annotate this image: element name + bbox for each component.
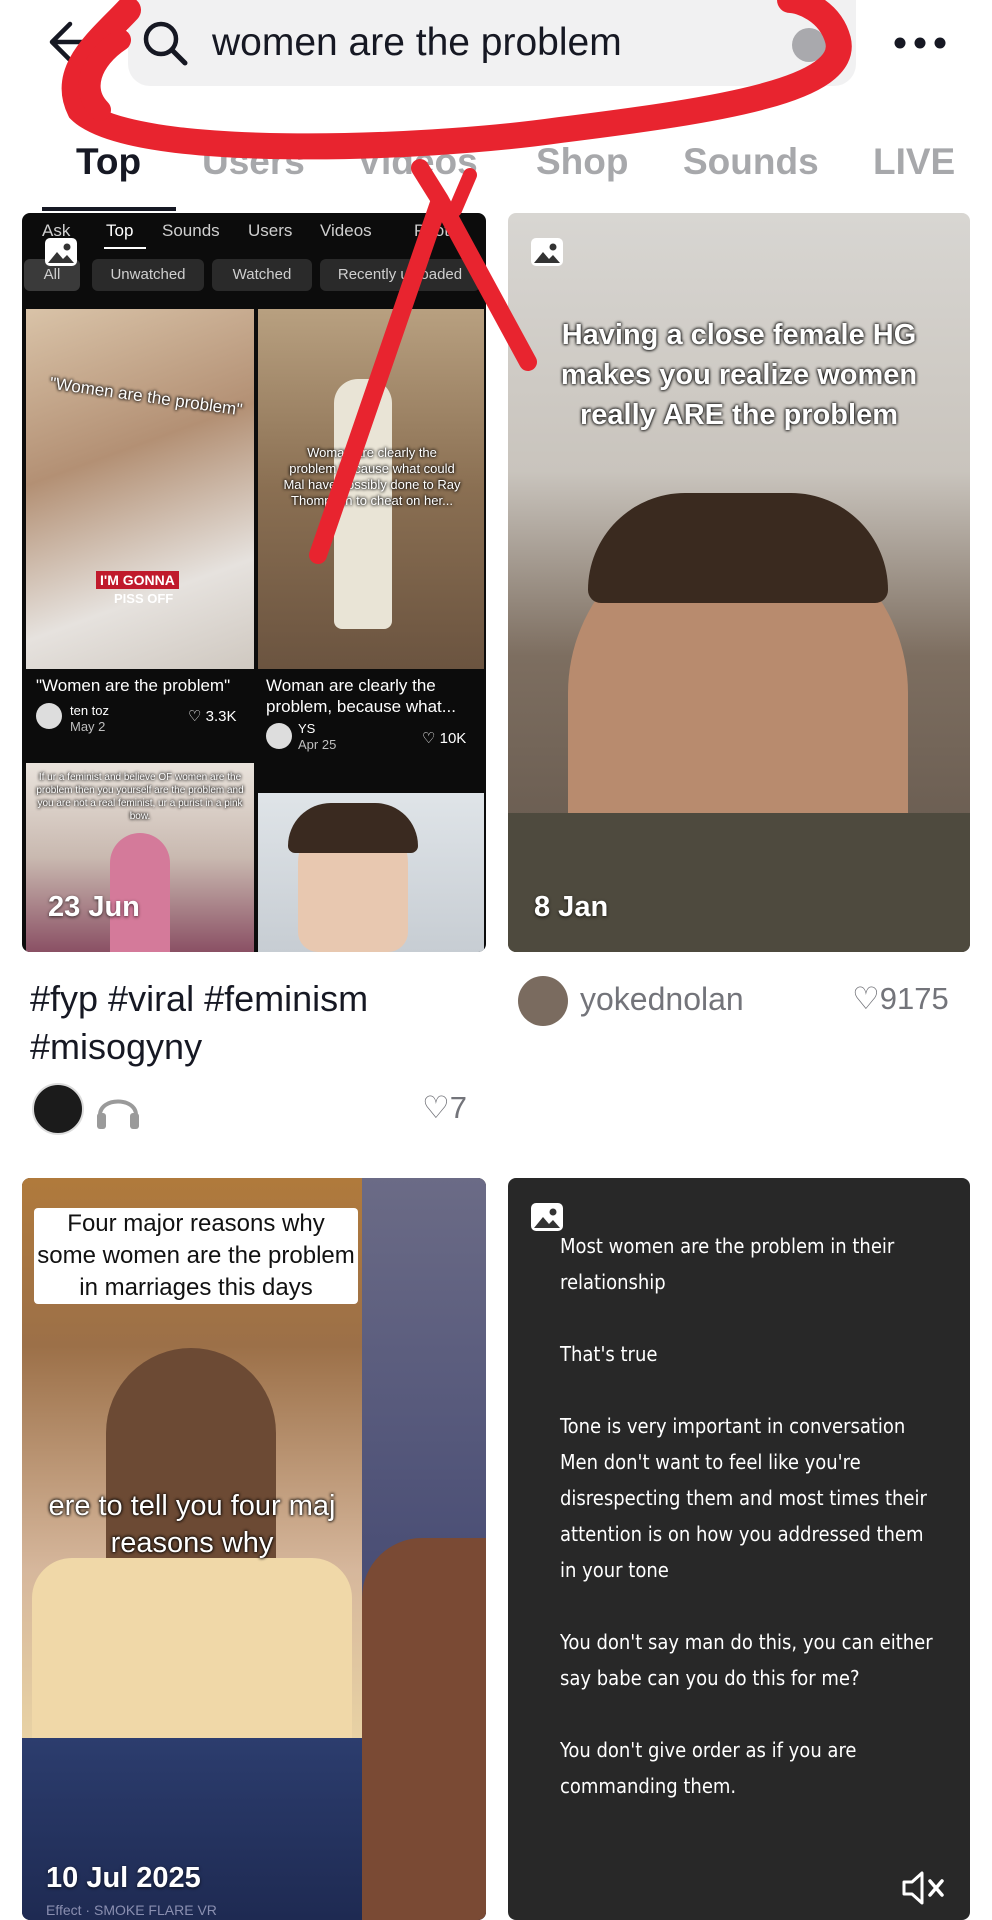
mini-sticker-2: PISS OFF xyxy=(114,591,174,606)
mini-date-1: May 2 xyxy=(70,719,106,734)
back-arrow-icon[interactable] xyxy=(40,18,88,66)
mini-chip-unwatched: Unwatched xyxy=(92,259,204,291)
like-count-value: 9175 xyxy=(879,981,949,1016)
result-card-4[interactable]: Most women are the problem in their rela… xyxy=(508,1178,970,1920)
mute-icon[interactable] xyxy=(900,1868,950,1908)
photo-mode-icon xyxy=(531,1203,563,1231)
heart-icon: ♡ xyxy=(422,1090,450,1125)
tab-shop[interactable]: Shop xyxy=(536,138,628,186)
mini-overlay-text-1: "Women are the problem" xyxy=(48,373,244,420)
mini-chip-watched: Watched xyxy=(212,259,312,291)
active-tab-indicator xyxy=(42,207,176,211)
photo-mode-icon xyxy=(531,238,563,266)
clear-search-icon[interactable] xyxy=(792,28,826,62)
like-count-value: 7 xyxy=(449,1090,468,1125)
tab-sounds[interactable]: Sounds xyxy=(683,138,819,186)
post-overlay-text-mid: ere to tell you four maj reasons why xyxy=(48,1490,336,1559)
tab-videos[interactable]: Videos xyxy=(357,138,478,186)
text-block: You don't say man do this, you can eithe… xyxy=(560,1630,933,1690)
headphones-icon xyxy=(97,1099,139,1129)
mini-thumbnail-1: "Women are the problem" I'M GONNA PISS O… xyxy=(26,309,254,669)
author-name[interactable]: yokednolan xyxy=(580,981,744,1018)
result-card-2[interactable]: Having a close female HG makes you reali… xyxy=(508,213,970,952)
mini-tab-underline xyxy=(104,247,146,249)
mini-tab-sounds: Sounds xyxy=(162,221,220,240)
mini-tab-videos: Videos xyxy=(320,221,372,240)
tab-live[interactable]: LIVE xyxy=(873,138,955,186)
hair-illustration xyxy=(588,493,888,603)
avatar[interactable] xyxy=(32,1083,84,1135)
mini-overlay-text-3: If ur a feminist and believe OF women ar… xyxy=(36,772,244,822)
search-icon xyxy=(143,21,188,66)
mini-avatar-2 xyxy=(266,723,292,749)
search-input[interactable]: women are the problem xyxy=(212,18,622,68)
like-count[interactable]: ♡9175 xyxy=(852,981,949,1017)
tab-top[interactable]: Top xyxy=(76,138,141,186)
post-caption[interactable]: #fyp #viral #feminism #misogyny xyxy=(30,975,470,1071)
shirt-illustration xyxy=(32,1558,352,1738)
mini-likes-2-value: 10K xyxy=(439,730,467,747)
avatar[interactable] xyxy=(518,976,568,1026)
shirt-illustration xyxy=(508,813,970,952)
tab-users[interactable]: Users xyxy=(202,138,305,186)
post-date: 10 Jul 2025 xyxy=(46,1862,201,1894)
mini-caption-1: "Women are the problem" xyxy=(36,676,231,695)
text-block: You don't give order as if you are comma… xyxy=(560,1738,857,1798)
mini-thumbnail-2: Woman are clearly the problem because wh… xyxy=(258,309,484,669)
photo-mode-icon xyxy=(45,238,77,266)
mini-chip-recent: Recently uploaded xyxy=(320,259,480,291)
text-block: Tone is very important in conversation M… xyxy=(560,1414,927,1582)
post-date: 23 Jun xyxy=(48,891,140,923)
mini-author-1: ten toz xyxy=(70,703,110,718)
mini-hair-4 xyxy=(288,803,418,853)
post-date: 8 Jan xyxy=(534,891,609,923)
mini-overlay-text-2: Woman are clearly the problem because wh… xyxy=(283,445,461,508)
photo-text-content: Most women are the problem in their rela… xyxy=(560,1228,940,1840)
effect-label: Effect · SMOKE FLARE VR xyxy=(46,1902,217,1918)
text-block: That's true xyxy=(560,1342,658,1366)
result-card-3[interactable]: Four major reasons why some women are th… xyxy=(22,1178,486,1920)
heart-icon: ♡ xyxy=(852,981,880,1016)
mini-thumbnail-4 xyxy=(258,793,484,952)
post-overlay-text: Having a close female HG makes you reali… xyxy=(560,319,918,431)
mini-tab-users: Users xyxy=(248,221,293,240)
text-block: Most women are the problem in their rela… xyxy=(560,1234,895,1294)
more-options-icon[interactable] xyxy=(892,28,948,58)
second-person-illustration xyxy=(362,1538,486,1920)
mini-tab-top: Top xyxy=(106,221,134,240)
mini-avatar-1 xyxy=(36,703,62,729)
result-card-1[interactable]: Ask Top Sounds Users Videos Photo All Un… xyxy=(22,213,486,952)
mini-sticker-1: I'M GONNA xyxy=(96,571,179,589)
mini-caption-2: Woman are clearly the problem, because w… xyxy=(266,676,456,716)
mini-date-2: Apr 25 xyxy=(298,737,337,752)
mini-author-2: YS xyxy=(298,721,316,736)
post-overlay-text: Four major reasons why some women are th… xyxy=(34,1208,358,1304)
mini-likes-1-value: 3.3K xyxy=(205,708,237,725)
mini-likes-2: ♡ 10K xyxy=(422,730,467,747)
mini-tab-photo: Photo xyxy=(414,221,459,240)
like-count[interactable]: ♡7 xyxy=(422,1090,467,1126)
mini-likes-1: ♡ 3.3K xyxy=(188,708,237,725)
